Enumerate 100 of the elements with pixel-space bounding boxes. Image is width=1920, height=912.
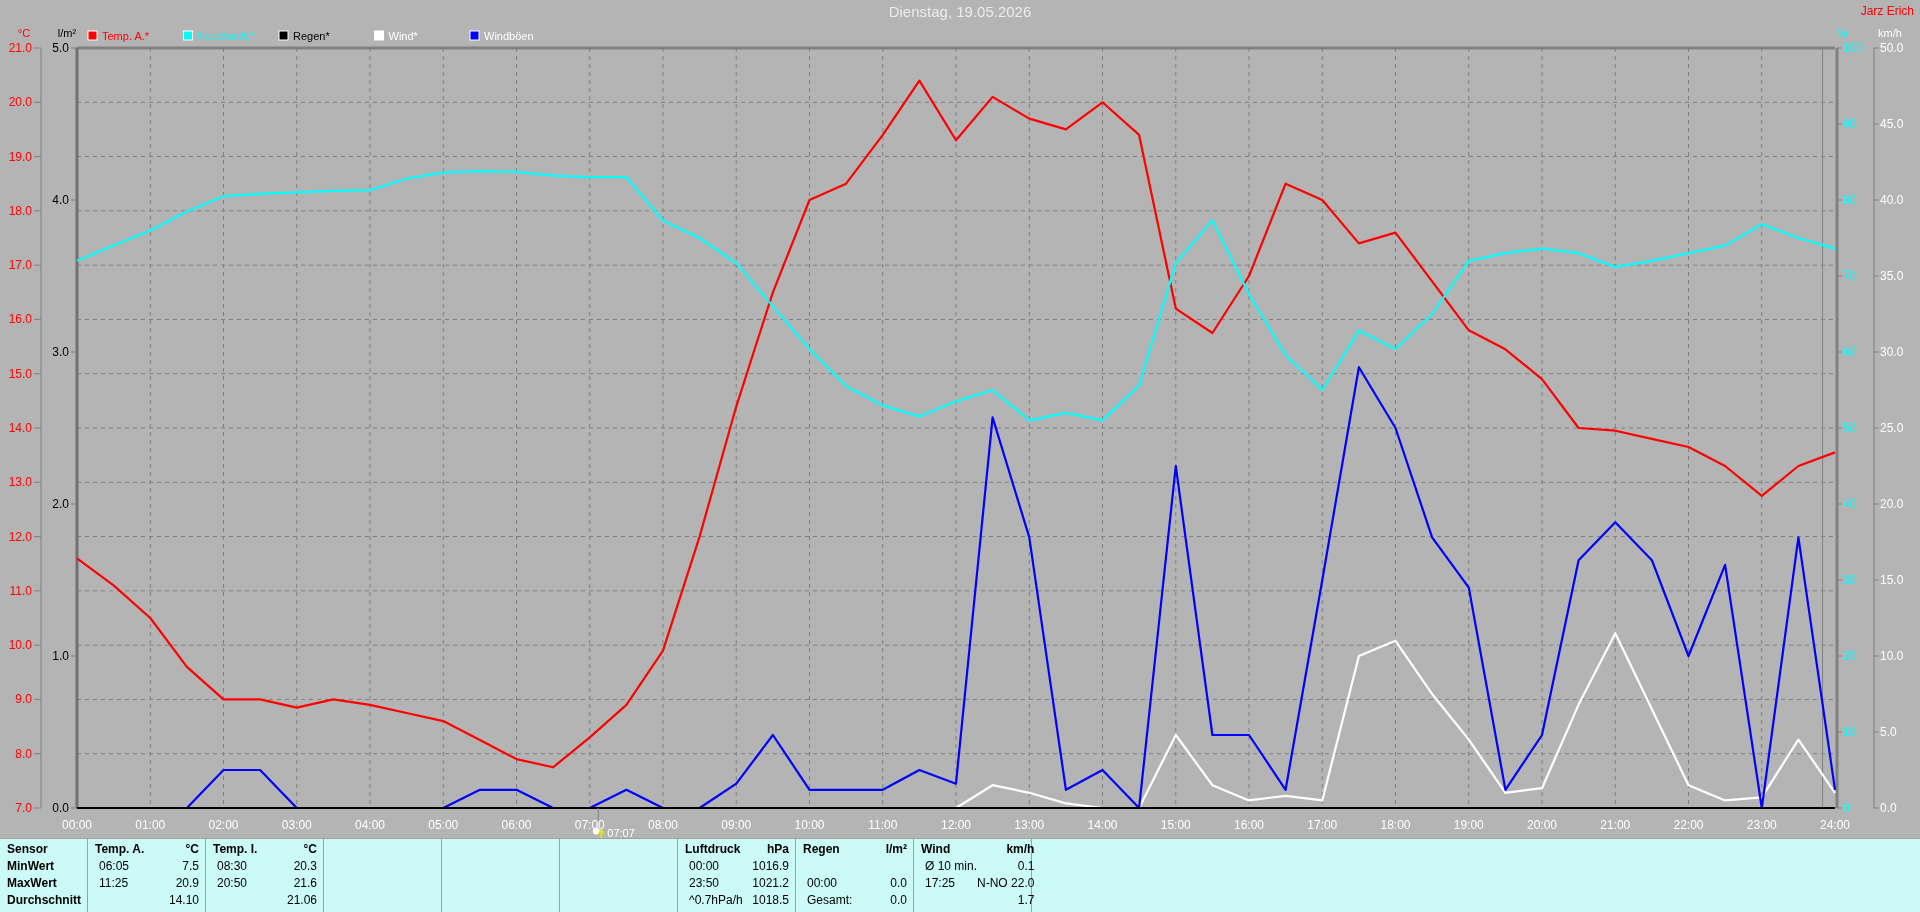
value-cell-text: 20.3 [292,859,317,875]
value-cell-text: 0.0 [889,876,907,892]
time-cell-text: 06:05 [98,859,131,875]
y-tick-label: 80 [1843,193,1857,207]
y-tick-label: 35.0 [1880,269,1904,283]
y-tick-label: 20.0 [8,95,32,110]
y-tick-label: 9.0 [15,692,32,707]
table-header: Wind [921,842,952,858]
x-tick-label: 14:00 [1087,818,1118,832]
x-tick-label: 18:00 [1380,818,1411,832]
time-cell-text: 00:00 [688,859,721,875]
x-tick-label: 15:00 [1160,818,1191,832]
time-cell-text: 17:25 [924,876,957,892]
value-cell-text: 7.5 [181,859,199,875]
y-tick-label: 21.0 [8,41,32,55]
y-tick-label: 45.0 [1880,117,1904,131]
unit-label: km/h [1005,842,1035,858]
y-tick-label: 19.0 [8,149,32,164]
x-tick-label: 04:00 [355,818,385,832]
unit-label: °C [302,842,317,858]
x-tick-label: 08:00 [648,818,678,832]
x-tick-label: 05:00 [428,818,459,832]
legend-label: Wind* [388,30,418,42]
axis-unit-label: l/m² [57,27,77,39]
time-cell-text: 11:25 [98,876,130,892]
x-tick-label: 03:00 [281,818,312,832]
x-tick-label: 17:00 [1307,818,1338,832]
legend-label: Windböen [484,30,534,42]
time-cell-text: 23:50 [688,876,721,892]
x-tick-label: 21:00 [1600,818,1631,832]
y-tick-label: 3.0 [52,345,69,359]
y-tick-label: 100 [1843,41,1864,55]
unit-label: hPa [766,842,789,858]
x-tick-label: 10:00 [794,818,825,832]
y-tick-label: 5.0 [52,41,69,55]
x-tick-label: 01:00 [135,818,166,832]
chart-title: Dienstag, 19.05.2026 [888,3,1032,20]
author-name: Jarz Erich [1860,4,1914,18]
y-tick-label: 14.0 [8,421,32,435]
y-tick-label: 30 [1843,573,1857,587]
x-tick-label: 06:00 [501,818,532,832]
y-tick-label: 70 [1843,269,1857,283]
time-cell-text: 00:00 [806,876,839,892]
table-header: Luftdruck [685,842,742,858]
y-tick-label: 17.0 [8,258,32,273]
legend-label: Temp. A.* [102,30,150,42]
y-tick-label: 50 [1843,421,1857,435]
value-cell-text: 1.7 [1016,893,1035,909]
legend-label: Feuchte A.* [197,30,255,42]
value-cell-text: 0.0 [889,893,907,909]
x-tick-label: 11:00 [868,818,898,832]
value-cell-text: 21.6 [292,876,317,892]
unit-label: l/m² [885,842,907,858]
y-tick-label: 13.0 [8,475,32,490]
x-tick-label: 02:00 [208,818,239,832]
time-cell-text: Ø 10 min. [924,859,978,875]
y-tick-label: 11.0 [9,583,32,598]
value-cell-text: 1021.2 [752,876,789,892]
y-tick-label: 12.0 [8,529,32,544]
y-tick-label: 90 [1843,117,1857,131]
value-cell-text: 20.9 [174,876,199,892]
y-tick-label: 15.0 [1880,573,1904,587]
axis-unit-label: °C [17,27,31,39]
value-cell-text: 14.10 [168,893,199,909]
y-tick-label: 15.0 [8,366,32,381]
table-header: Regen [803,842,841,858]
x-tick-label: 09:00 [721,818,752,832]
x-tick-label: 13:00 [1014,818,1045,832]
table-header: Temp. A. [95,842,146,858]
time-cell-text: ^0.7hPa/h [688,893,744,909]
y-tick-label: 7.0 [15,801,32,815]
x-tick-label: 24:00 [1820,818,1850,832]
axis-unit-label: % [1838,27,1848,39]
unit-label: °C [184,842,199,858]
table-header: Sensor [7,842,49,858]
y-tick-label: 0.0 [52,801,69,815]
y-tick-label: 0.0 [1880,801,1897,815]
y-tick-label: 18.0 [8,203,32,218]
row-label: Durchschnitt [7,893,82,909]
y-tick-label: 60 [1843,345,1857,359]
y-tick-label: 30.0 [1880,345,1904,359]
y-tick-label: 50.0 [1880,41,1904,55]
value-cell-text: 0.1 [1016,859,1035,875]
y-tick-label: 10.0 [1880,649,1904,663]
table-header: Temp. I. [213,842,259,858]
y-tick-label: 10 [1843,725,1857,739]
legend-label: Regen* [293,30,330,42]
y-tick-label: 8.0 [15,746,32,761]
time-cell-text: Gesamt: [806,893,854,909]
value-cell-text: N-NO 22.0 [977,876,1035,892]
x-tick-label: 19:00 [1453,818,1484,832]
x-tick-label: 22:00 [1673,818,1704,832]
x-tick-label: 23:00 [1746,818,1777,832]
y-tick-label: 1.0 [52,649,69,663]
x-tick-label: 20:00 [1527,818,1557,832]
y-tick-label: 4.0 [52,193,69,207]
value-cell-text: 1016.9 [752,859,789,875]
value-cell-text: 1018.5 [752,893,789,909]
y-tick-label: 40.0 [1880,193,1904,207]
row-label: MaxWert [7,876,58,892]
